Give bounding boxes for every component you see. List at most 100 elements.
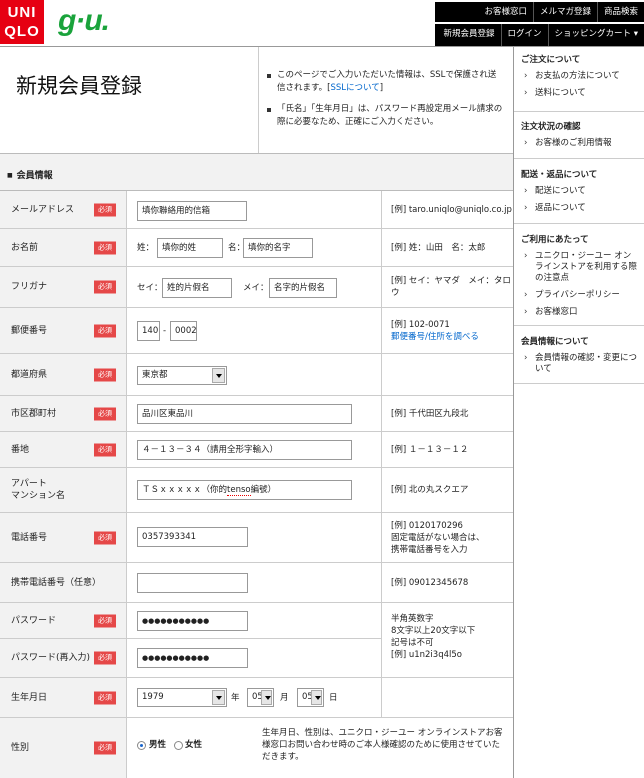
- ssl-link[interactable]: SSLについて: [330, 83, 379, 93]
- sidebar-item-shipping-fee[interactable]: 送料について: [521, 88, 638, 99]
- furigana-mei-label: メイ：: [243, 283, 269, 293]
- nav-product-search[interactable]: 商品検索: [596, 2, 644, 22]
- birth-day-select[interactable]: 05: [297, 688, 324, 707]
- required-badge: 必須: [94, 443, 116, 456]
- sidebar-heading: ご注文について: [521, 55, 581, 65]
- year-unit: 年: [231, 693, 240, 703]
- uniqlo-logo[interactable]: UNI QLO: [0, 0, 44, 44]
- sidebar-heading: ご利用にあたって: [521, 235, 589, 245]
- password-row: パスワード 必須 ●●●●●●●●●●●: [0, 603, 382, 639]
- nav-newsletter[interactable]: メルマガ登録: [532, 2, 597, 22]
- city-example: [例] 千代田区九段北: [391, 408, 469, 419]
- uniqlo-logo-line1: UNI: [7, 4, 37, 21]
- page-title: 新規会員登録: [16, 74, 142, 98]
- furigana-sei-input[interactable]: 姓的片假名: [162, 278, 232, 298]
- password-rules: 半角英数字 8文字以上20文字以下 記号は不可 [例] u1n2i3q4l5o: [381, 603, 513, 678]
- chevron-down-icon: [212, 368, 225, 383]
- apartment-input[interactable]: ＴＳｘｘｘｘｘ（你的tenso編號）: [137, 480, 352, 500]
- apartment-label-line1: アパート: [11, 479, 47, 489]
- phone-row: 電話番号 必須 0357393341 [例] 0120170296 固定電話がない場…: [0, 513, 513, 563]
- furigana-label: フリガナ: [11, 282, 48, 292]
- nav-login[interactable]: ログイン: [500, 24, 548, 46]
- gender-male-label[interactable]: 男性: [149, 739, 166, 751]
- phone-input[interactable]: 0357393341: [137, 527, 248, 547]
- apartment-example: [例] 北の丸スクエア: [391, 485, 469, 495]
- password-confirm-row: パスワード(再入力) 必須 ●●●●●●●●●●●: [0, 639, 382, 678]
- birth-year-select[interactable]: 1979: [137, 688, 227, 707]
- sidebar-section-orders: ご注文について お支払の方法について 送料について: [514, 47, 644, 112]
- sidebar-heading: 会員情報について: [521, 337, 589, 347]
- birthday-row: 生年月日 必須 1979 年 05 月 05 日: [0, 678, 513, 718]
- gender-male-radio[interactable]: [137, 741, 146, 750]
- password-confirm-input[interactable]: ●●●●●●●●●●●: [137, 648, 248, 668]
- gender-female-label[interactable]: 女性: [185, 739, 202, 751]
- form-section-title: 会員情報: [7, 171, 53, 181]
- notice-ssl: このページでご入力いただいた情報は、SSLで保護され送信されます。[SSLについ…: [265, 69, 504, 95]
- postal-code-first-input[interactable]: 140: [137, 321, 160, 341]
- postal-lookup-link[interactable]: 郵便番号/住所を調べる: [391, 332, 479, 342]
- sidebar-item-member-info[interactable]: 会員情報の確認・変更について: [521, 353, 638, 375]
- birthday-label: 生年月日: [11, 692, 48, 703]
- postal-dash: -: [163, 326, 167, 336]
- required-badge: 必須: [94, 407, 116, 420]
- account-nav: 新規会員登録 ログイン ショッピングカート ▾: [435, 24, 644, 46]
- furigana-row: フリガナ 必須 セイ： 姓的片假名 メイ： 名字的片假名 [例] セイ：ヤマダ メ…: [0, 267, 513, 308]
- chevron-down-icon: [261, 690, 272, 705]
- postal-code-second-input[interactable]: 0002: [170, 321, 197, 341]
- nav-cart[interactable]: ショッピングカート ▾: [547, 24, 644, 46]
- nav-register[interactable]: 新規会員登録: [437, 24, 500, 46]
- sidebar-item-notes[interactable]: ユニクロ・ジーユー オンラインストアを利用する際の注意点: [521, 251, 638, 284]
- postal-row: 郵便番号 必須 140 - 0002 [例] 102-0071 郵便番号/住所を調べ…: [0, 308, 513, 354]
- apartment-label-line2: マンション名: [11, 491, 66, 501]
- day-unit: 日: [329, 693, 338, 703]
- last-name-input[interactable]: 填你的姓: [157, 238, 223, 258]
- required-badge: 必須: [94, 203, 116, 216]
- mobile-input[interactable]: [137, 573, 248, 593]
- uniqlo-logo-line2: QLO: [4, 23, 40, 40]
- gender-row: 性別 必須 男性 女性 生年月日、性別は、ユニクロ・ジーユー オンラインストアお客…: [0, 718, 513, 778]
- sidebar-item-privacy[interactable]: プライバシーポリシー: [521, 290, 638, 301]
- notice-box: このページでご入力いただいた情報は、SSLで保護され送信されます。[SSLについ…: [258, 47, 512, 153]
- sidebar-heading: 配送・返品について: [521, 170, 598, 180]
- apartment-row: アパートマンション名 ＴＳｘｘｘｘｘ（你的tenso編號） [例] 北の丸スクエ…: [0, 468, 513, 513]
- postal-example: [例] 102-0071: [391, 319, 450, 330]
- email-label: メールアドレス: [11, 204, 75, 215]
- notice-name-birthday: 「氏名」「生年月日」は、パスワード再設定用メール請求の際に必要なため、正確にご入…: [265, 103, 504, 129]
- gender-label: 性別: [11, 743, 30, 753]
- city-label: 市区郡町村: [11, 408, 57, 419]
- furigana-mei-input[interactable]: 名字的片假名: [269, 278, 337, 298]
- password-confirm-label: パスワード(再入力): [11, 653, 91, 663]
- sidebar-section-usage: ご利用にあたって ユニクロ・ジーユー オンラインストアを利用する際の注意点 プラ…: [514, 224, 644, 326]
- city-input[interactable]: 品川区東品川: [137, 404, 352, 424]
- email-input[interactable]: 填你聯絡用的信箱: [137, 201, 247, 221]
- sidebar-item-delivery[interactable]: 配送について: [521, 186, 638, 197]
- address-input[interactable]: ４－１３－３４（請用全形字輸入）: [137, 440, 352, 460]
- first-name-input[interactable]: 填你的名字: [243, 238, 313, 258]
- name-example: [例] 姓：山田 名：太郎: [391, 242, 486, 253]
- sidebar-section-delivery: 配送・返品について 配送について 返品について: [514, 159, 644, 224]
- password-input[interactable]: ●●●●●●●●●●●: [137, 611, 248, 631]
- sidebar-item-customer-service[interactable]: お客様窓口: [521, 307, 638, 318]
- required-badge: 必須: [94, 691, 116, 704]
- top-utility-nav: お客様窓口 メルマガ登録 商品検索: [435, 2, 644, 22]
- furigana-example: [例] セイ：ヤマダ メイ：タロウ: [391, 276, 511, 298]
- email-example: [例] taro.uniqlo@uniqlo.co.jp: [391, 204, 512, 215]
- required-badge: 必須: [94, 651, 116, 665]
- required-badge: 必須: [94, 280, 116, 294]
- gender-female-radio[interactable]: [174, 741, 183, 750]
- prefecture-select[interactable]: 東京都: [137, 366, 227, 385]
- prefecture-label: 都道府県: [11, 369, 48, 380]
- name-label: お名前: [11, 242, 39, 253]
- chevron-down-icon: [212, 690, 225, 705]
- nav-customer-service[interactable]: お客様窓口: [478, 2, 533, 22]
- birth-month-select[interactable]: 05: [247, 688, 274, 707]
- gu-logo[interactable]: g·u.: [58, 4, 110, 38]
- sidebar-item-payment[interactable]: お支払の方法について: [521, 71, 638, 82]
- gender-note: 生年月日、性別は、ユニクロ・ジーユー オンラインストアお客様窓口お問い合わせ時の…: [262, 728, 503, 762]
- mobile-label: 携帯電話番号（任意）: [11, 577, 102, 588]
- form-section-header: 会員情報: [0, 153, 513, 191]
- sidebar-item-usage-info[interactable]: お客様のご利用情報: [521, 138, 638, 149]
- required-badge: 必須: [94, 324, 116, 337]
- sidebar-item-returns[interactable]: 返品について: [521, 203, 638, 214]
- postal-label: 郵便番号: [11, 325, 48, 336]
